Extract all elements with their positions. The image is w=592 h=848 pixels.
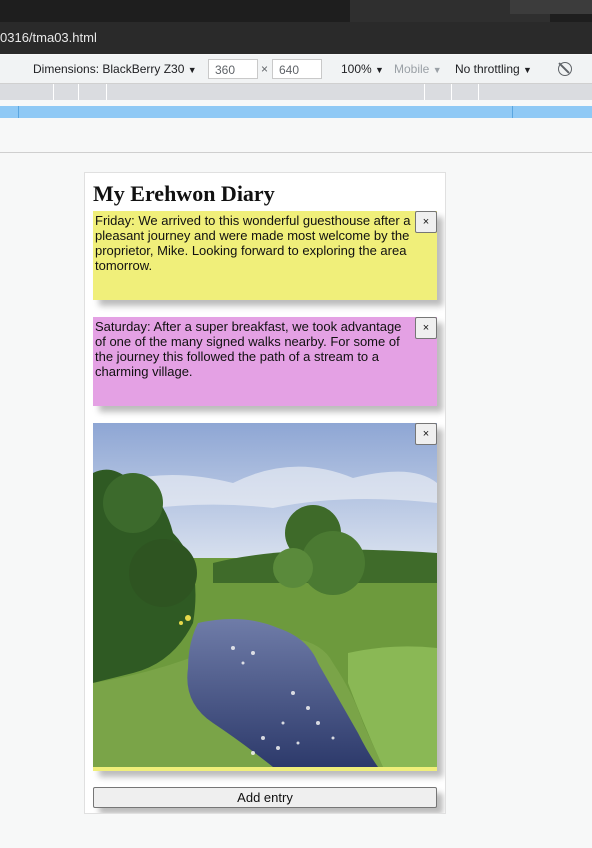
media-query-bar[interactable]	[0, 84, 592, 100]
address-bar[interactable]: 0316/tma03.html	[0, 22, 592, 54]
page-title: My Erehwon Diary	[93, 181, 275, 206]
ruler-divider	[78, 84, 79, 100]
device-dimensions-label: Dimensions: BlackBerry Z30	[33, 62, 185, 76]
window-decoration	[510, 0, 592, 14]
throttling-label: No throttling	[455, 62, 520, 76]
chevron-down-icon: ▼	[375, 65, 384, 75]
device-toolbar: Dimensions: BlackBerry Z30 ▼ 360 × 640 1…	[0, 55, 592, 84]
ruler-divider	[106, 84, 107, 100]
ruler-divider	[424, 84, 425, 100]
mobile-dropdown[interactable]: Mobile ▼	[394, 55, 442, 84]
close-button[interactable]: ×	[415, 423, 437, 445]
url-text[interactable]: 0316/tma03.html	[0, 22, 97, 54]
divider	[0, 152, 592, 153]
height-input[interactable]: 640	[272, 59, 322, 79]
ruler-divider	[53, 84, 54, 100]
zoom-label: 100%	[341, 62, 372, 76]
ruler-divider	[451, 84, 452, 100]
diary-entry[interactable]: ×	[93, 423, 437, 771]
diary-entry[interactable]: Saturday: After a super breakfast, we to…	[93, 317, 437, 406]
dimension-times-sign: ×	[261, 62, 269, 76]
ruler-divider	[512, 106, 513, 118]
width-input[interactable]: 360	[208, 59, 258, 79]
chevron-down-icon: ▼	[432, 65, 442, 75]
chevron-down-icon: ▼	[187, 65, 197, 75]
device-viewport: My Erehwon Diary Friday: We arrived to t…	[85, 173, 445, 813]
browser-top-strip	[0, 0, 592, 22]
ruler-divider	[478, 84, 479, 100]
diary-entry-text[interactable]: Friday: We arrived to this wonderful gue…	[93, 211, 437, 273]
ruler-divider	[18, 106, 19, 118]
media-query-width-bar[interactable]	[0, 106, 592, 118]
mobile-label: Mobile	[394, 62, 430, 76]
close-button[interactable]: ×	[415, 317, 437, 339]
add-entry-button[interactable]: Add entry	[93, 787, 437, 808]
throttling-dropdown[interactable]: No throttling ▼	[455, 55, 532, 84]
zoom-dropdown[interactable]: 100% ▼	[341, 55, 384, 84]
diary-entry[interactable]: Friday: We arrived to this wonderful gue…	[93, 211, 437, 300]
stream-photo	[93, 423, 437, 767]
device-dimensions-dropdown[interactable]: Dimensions: BlackBerry Z30 ▼	[33, 55, 197, 84]
chevron-down-icon: ▼	[523, 65, 532, 75]
close-button[interactable]: ×	[415, 211, 437, 233]
rotate-icon[interactable]	[558, 62, 572, 76]
diary-entry-text[interactable]: Saturday: After a super breakfast, we to…	[93, 317, 437, 379]
